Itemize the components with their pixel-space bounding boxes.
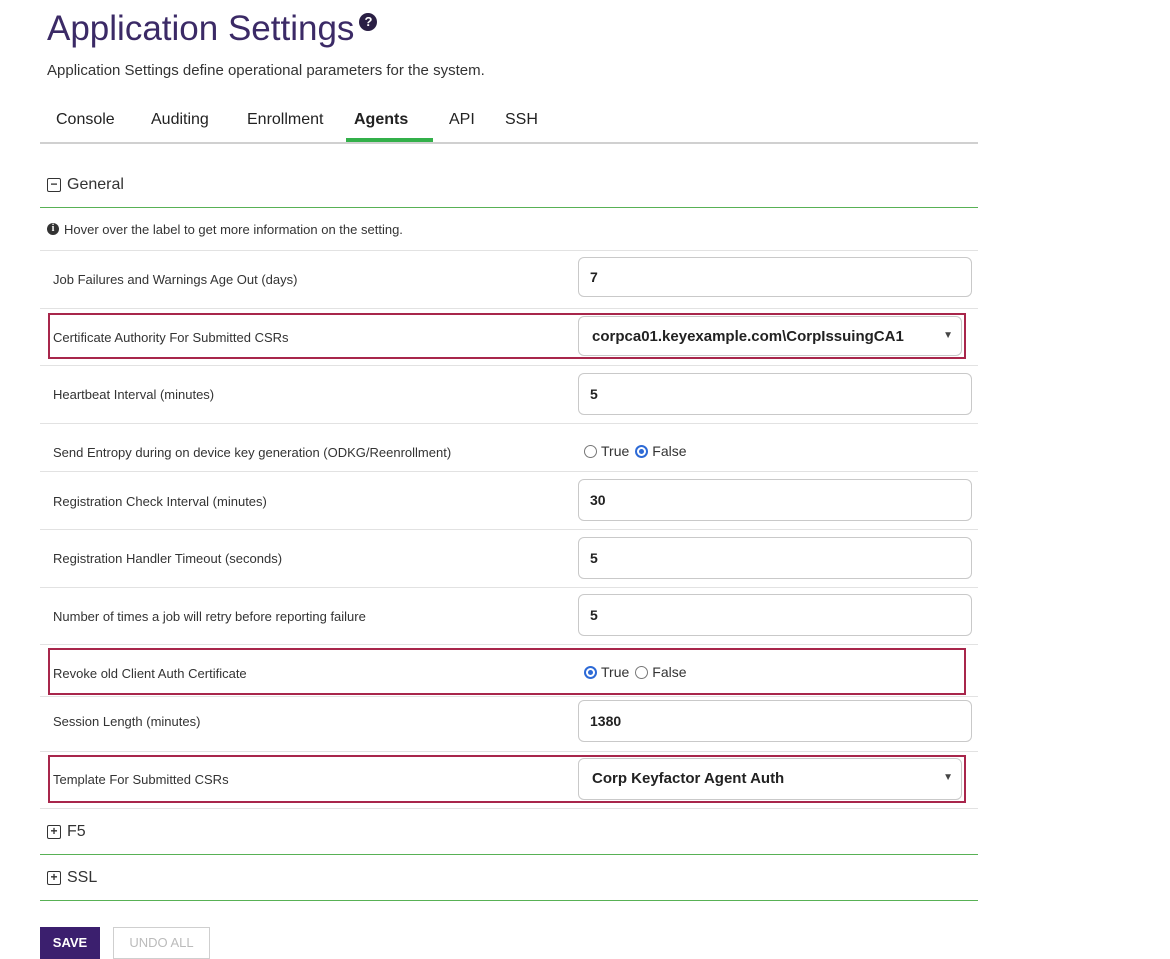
setting-label[interactable]: Number of times a job will retry before …	[53, 609, 366, 624]
registration-handler-timeout-input[interactable]	[578, 537, 972, 579]
setting-label[interactable]: Registration Handler Timeout (seconds)	[53, 551, 282, 566]
setting-row-send-entropy: Send Entropy during on device key genera…	[40, 423, 978, 472]
section-f5-label: F5	[67, 822, 86, 840]
setting-label[interactable]: Heartbeat Interval (minutes)	[53, 387, 214, 402]
highlight-box	[48, 648, 966, 695]
setting-label[interactable]: Job Failures and Warnings Age Out (days)	[53, 272, 297, 287]
tab-ssh[interactable]: SSH	[497, 107, 546, 142]
radio-true-label[interactable]: True	[601, 443, 629, 459]
page-subtitle: Application Settings define operational …	[47, 62, 485, 79]
plus-square-icon: +	[47, 824, 61, 839]
undo-all-button[interactable]: UNDO ALL	[113, 927, 210, 959]
tab-agents[interactable]: Agents	[346, 107, 433, 142]
section-ssl-label: SSL	[67, 868, 98, 886]
heartbeat-interval-input[interactable]	[578, 373, 972, 415]
setting-label[interactable]: Session Length (minutes)	[53, 714, 200, 729]
setting-row-registration-handler-timeout: Registration Handler Timeout (seconds)	[40, 529, 978, 588]
minus-square-icon: −	[47, 177, 61, 192]
title-row: Application Settings ?	[47, 8, 378, 50]
tab-api[interactable]: API	[441, 107, 483, 142]
section-general-header[interactable]: − General	[40, 162, 978, 208]
plus-square-icon: +	[47, 870, 61, 885]
section-general-label: General	[67, 175, 124, 193]
setting-label[interactable]: Send Entropy during on device key genera…	[53, 445, 451, 460]
setting-row-registration-check-interval: Registration Check Interval (minutes)	[40, 471, 978, 530]
radio-true[interactable]	[584, 444, 597, 458]
info-hint: i Hover over the label to get more infor…	[40, 208, 978, 251]
save-button[interactable]: SAVE	[40, 927, 100, 959]
send-entropy-radio-group: True False	[584, 443, 693, 459]
tab-auditing[interactable]: Auditing	[143, 107, 217, 142]
section-f5-header[interactable]: + F5	[40, 809, 978, 855]
highlight-box	[48, 313, 966, 359]
tab-console[interactable]: Console	[48, 107, 123, 142]
highlight-box	[48, 755, 966, 803]
setting-label[interactable]: Registration Check Interval (minutes)	[53, 494, 267, 509]
job-failures-age-out-input[interactable]	[578, 257, 972, 297]
setting-row-job-retry-count: Number of times a job will retry before …	[40, 587, 978, 645]
info-icon: i	[47, 223, 59, 235]
session-length-input[interactable]	[578, 700, 972, 742]
registration-check-interval-input[interactable]	[578, 479, 972, 521]
setting-row-heartbeat-interval: Heartbeat Interval (minutes)	[40, 365, 978, 424]
job-retry-count-input[interactable]	[578, 594, 972, 636]
section-ssl-header[interactable]: + SSL	[40, 855, 978, 901]
page-title: Application Settings	[47, 9, 355, 48]
setting-row-session-length: Session Length (minutes)	[40, 696, 978, 752]
info-text: Hover over the label to get more informa…	[64, 221, 403, 237]
tab-enrollment[interactable]: Enrollment	[239, 107, 331, 142]
radio-false-label[interactable]: False	[652, 443, 686, 459]
radio-false[interactable]	[635, 444, 649, 458]
setting-row-job-failures: Job Failures and Warnings Age Out (days)	[40, 251, 978, 309]
settings-tabs: Console Auditing Enrollment Agents API S…	[40, 103, 978, 144]
help-icon[interactable]: ?	[359, 13, 378, 31]
